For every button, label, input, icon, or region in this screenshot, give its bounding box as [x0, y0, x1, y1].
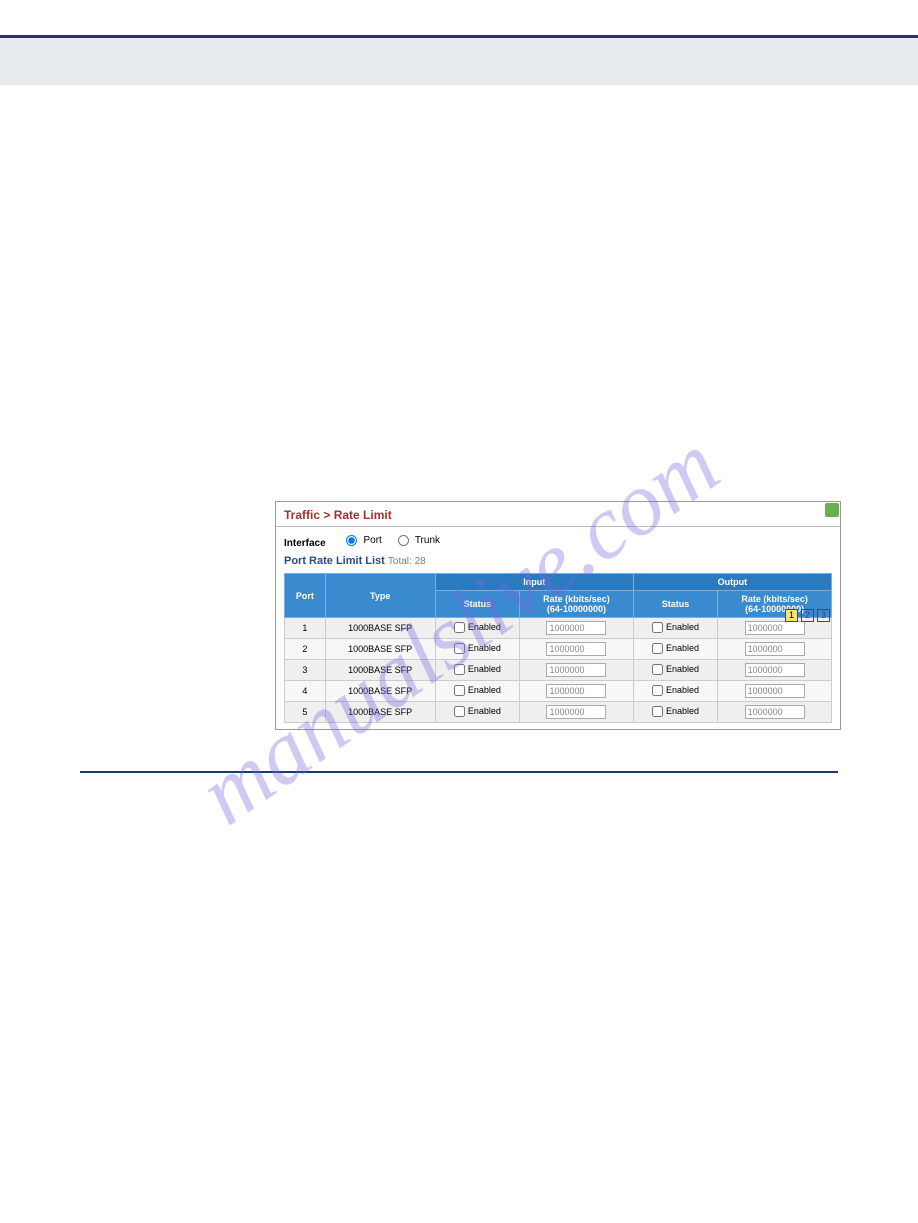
list-total: Total: 28 — [388, 556, 426, 567]
col-type: Type — [325, 574, 435, 618]
enable-input-checkbox[interactable] — [454, 706, 465, 717]
input-rate-field[interactable] — [546, 642, 606, 656]
radio-trunk[interactable] — [398, 535, 409, 546]
output-rate-field[interactable] — [745, 642, 805, 656]
header-bar — [0, 35, 918, 85]
enable-input-checkbox[interactable] — [454, 664, 465, 675]
col-input: Input — [435, 574, 633, 591]
cell-in-rate — [520, 660, 634, 681]
output-rate-field[interactable] — [745, 684, 805, 698]
cell-in-rate — [520, 681, 634, 702]
cell-out-status: Enabled — [633, 639, 717, 660]
cell-in-status: Enabled — [435, 660, 519, 681]
cell-out-status: Enabled — [633, 660, 717, 681]
cell-in-rate — [520, 702, 634, 723]
interface-label: Interface — [284, 538, 326, 549]
rate-limit-table: Port Type Input Output Status Rate (kbit… — [284, 573, 832, 723]
enable-input-checkbox[interactable] — [454, 622, 465, 633]
input-rate-field[interactable] — [546, 621, 606, 635]
radio-port[interactable] — [346, 535, 357, 546]
table-row: 21000BASE SFP Enabled Enabled — [285, 639, 832, 660]
cell-port: 5 — [285, 702, 326, 723]
cell-in-status: Enabled — [435, 681, 519, 702]
cell-in-status: Enabled — [435, 702, 519, 723]
col-output-status: Status — [633, 591, 717, 618]
cell-type: 1000BASE SFP — [325, 660, 435, 681]
cell-type: 1000BASE SFP — [325, 681, 435, 702]
cell-out-rate — [718, 639, 832, 660]
table-row: 31000BASE SFP Enabled Enabled — [285, 660, 832, 681]
cell-type: 1000BASE SFP — [325, 702, 435, 723]
cell-in-status: Enabled — [435, 639, 519, 660]
cell-in-rate — [520, 618, 634, 639]
table-row: 51000BASE SFP Enabled Enabled — [285, 702, 832, 723]
page-2[interactable]: 2 — [801, 609, 814, 622]
pager: 1 2 3 — [785, 609, 830, 622]
cell-out-rate — [718, 681, 832, 702]
rate-limit-panel: Traffic > Rate Limit Interface Port Trun… — [275, 501, 841, 730]
cell-out-status: Enabled — [633, 702, 717, 723]
output-rate-field[interactable] — [745, 663, 805, 677]
output-rate-field[interactable] — [745, 621, 805, 635]
input-rate-field[interactable] — [546, 684, 606, 698]
cell-out-status: Enabled — [633, 618, 717, 639]
cell-in-rate — [520, 639, 634, 660]
cell-port: 3 — [285, 660, 326, 681]
interface-row: Interface Port Trunk — [276, 527, 840, 555]
col-output: Output — [633, 574, 831, 591]
radio-trunk-label: Trunk — [415, 535, 440, 546]
cell-type: 1000BASE SFP — [325, 618, 435, 639]
enable-output-checkbox[interactable] — [652, 622, 663, 633]
list-title: Port Rate Limit List Total: 28 — [276, 555, 434, 571]
help-icon[interactable] — [825, 503, 839, 517]
input-rate-field[interactable] — [546, 663, 606, 677]
table-row: 41000BASE SFP Enabled Enabled — [285, 681, 832, 702]
cell-port: 2 — [285, 639, 326, 660]
enable-input-checkbox[interactable] — [454, 643, 465, 654]
table-row: 11000BASE SFP Enabled Enabled — [285, 618, 832, 639]
radio-port-label: Port — [363, 535, 381, 546]
cell-type: 1000BASE SFP — [325, 639, 435, 660]
page-1[interactable]: 1 — [785, 609, 798, 622]
divider — [80, 771, 838, 773]
enable-output-checkbox[interactable] — [652, 643, 663, 654]
input-rate-field[interactable] — [546, 705, 606, 719]
cell-out-rate — [718, 660, 832, 681]
col-input-status: Status — [435, 591, 519, 618]
cell-port: 4 — [285, 681, 326, 702]
page-3[interactable]: 3 — [817, 609, 830, 622]
output-rate-field[interactable] — [745, 705, 805, 719]
enable-output-checkbox[interactable] — [652, 664, 663, 675]
enable-input-checkbox[interactable] — [454, 685, 465, 696]
col-input-rate: Rate (kbits/sec) (64-10000000) — [520, 591, 634, 618]
panel-title: Traffic > Rate Limit — [276, 502, 840, 527]
col-port: Port — [285, 574, 326, 618]
enable-output-checkbox[interactable] — [652, 706, 663, 717]
cell-port: 1 — [285, 618, 326, 639]
cell-in-status: Enabled — [435, 618, 519, 639]
cell-out-rate — [718, 702, 832, 723]
cell-out-status: Enabled — [633, 681, 717, 702]
enable-output-checkbox[interactable] — [652, 685, 663, 696]
